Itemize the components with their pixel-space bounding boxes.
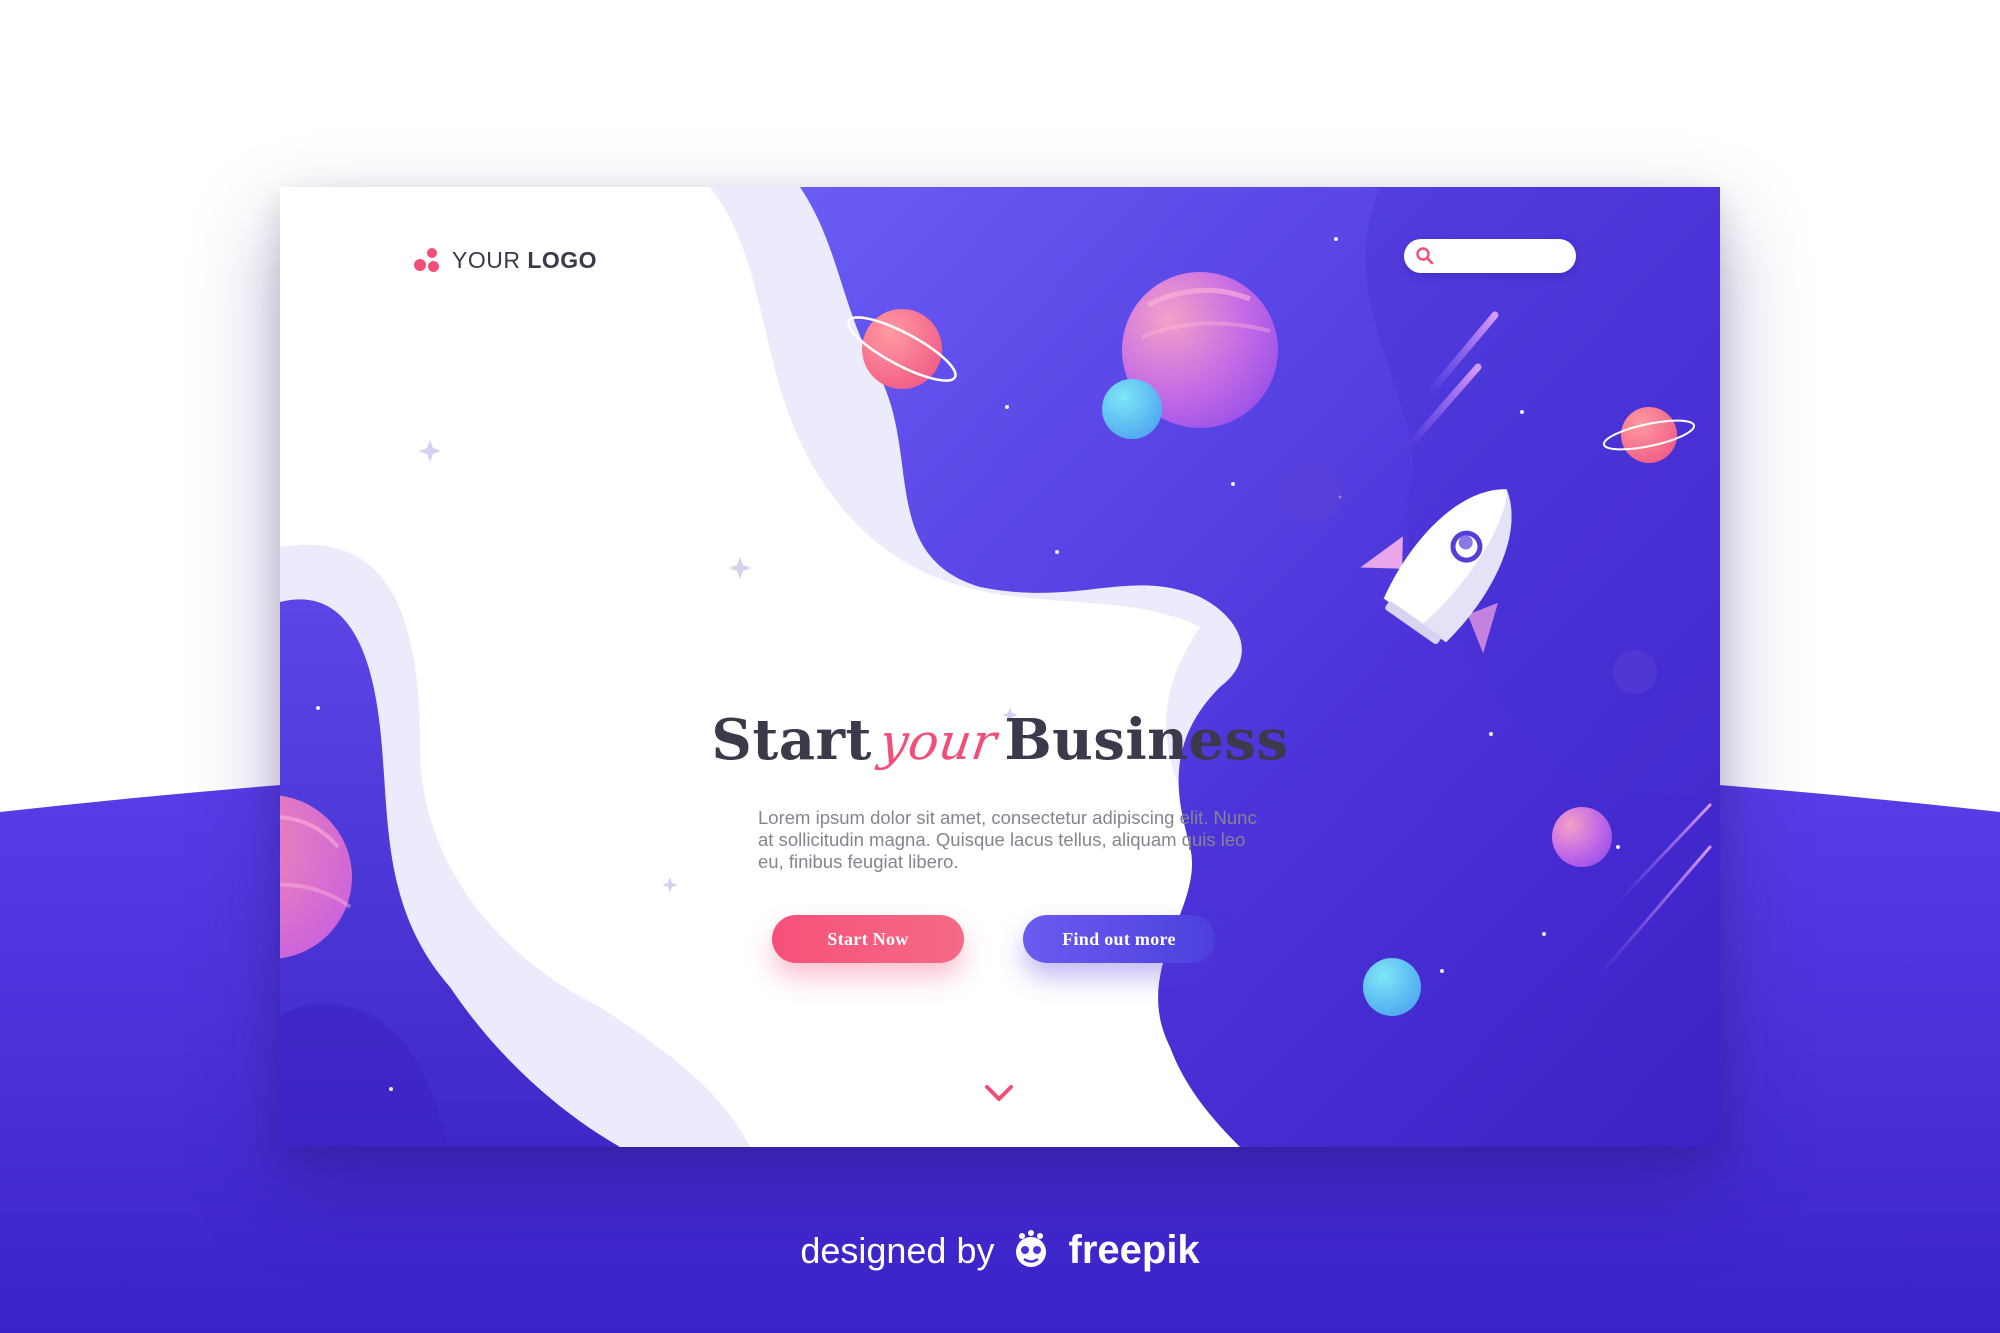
planet-blue-bottom-icon <box>1363 958 1421 1016</box>
title-your: your <box>875 713 1001 771</box>
credit-prefix: designed by <box>800 1230 995 1271</box>
search-icon <box>1416 247 1434 265</box>
landing-page-card: YOUR LOGO StartyourBusiness Lorem ipsum … <box>280 187 1720 1147</box>
freepik-mascot-icon <box>1016 1230 1047 1267</box>
start-now-button[interactable]: Start Now <box>772 915 964 963</box>
hero-description: Lorem ipsum dolor sit amet, consectetur … <box>758 807 1257 872</box>
credit-line: designed by freepik <box>0 1228 2000 1273</box>
hero-title: StartyourBusiness <box>280 707 1720 773</box>
title-start: Start <box>711 707 872 773</box>
planet-pink-small-icon <box>1552 807 1612 867</box>
logo-dots-icon <box>412 245 442 275</box>
space-illustration <box>280 187 1720 1147</box>
logo-text-bold: LOGO <box>527 246 598 273</box>
search-input[interactable] <box>1404 239 1576 273</box>
title-end: Business <box>1004 707 1289 773</box>
planet-blue-small-icon <box>1102 379 1162 439</box>
logo-text-light: YOUR <box>452 246 521 273</box>
logo[interactable]: YOUR LOGO <box>412 245 597 275</box>
chevron-down-icon[interactable] <box>984 1083 1014 1103</box>
find-out-more-button[interactable]: Find out more <box>1023 915 1215 963</box>
logo-text: YOUR LOGO <box>452 247 597 274</box>
credit-brand[interactable]: freepik <box>1069 1228 1200 1272</box>
